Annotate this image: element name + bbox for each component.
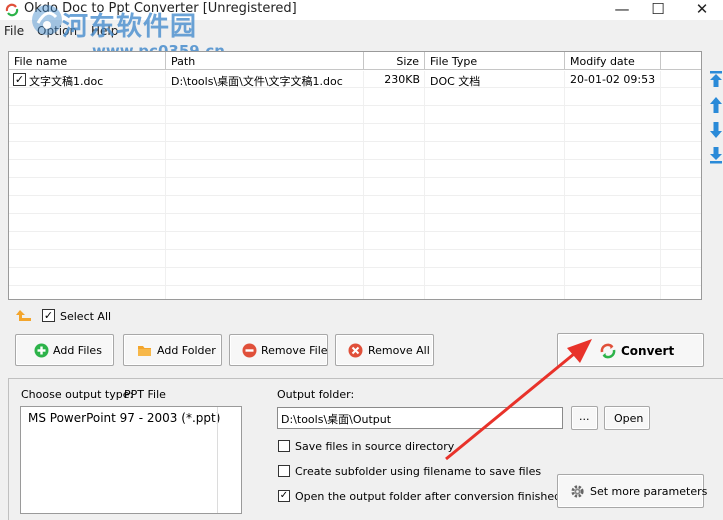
close-button[interactable]: ✕ (682, 0, 722, 20)
column-header-path[interactable]: Path (166, 52, 364, 70)
open-output-folder-label[interactable]: Open the output folder after conversion … (295, 490, 561, 503)
watermark-logo-icon (32, 5, 62, 35)
remove-file-button[interactable]: Remove File (229, 334, 328, 366)
add-files-label: Add Files (53, 344, 102, 357)
menu-file[interactable]: File (4, 24, 24, 38)
create-subfolder-label[interactable]: Create subfolder using filename to save … (295, 465, 541, 478)
move-bottom-icon[interactable] (709, 146, 723, 164)
add-folder-button[interactable]: Add Folder (123, 334, 222, 366)
move-top-icon[interactable] (709, 70, 723, 88)
output-format-list[interactable]: MS PowerPoint 97 - 2003 (*.ppt) (20, 406, 242, 514)
row-path: D:\tools\桌面\文件\文字文稿1.doc (171, 75, 343, 88)
output-folder-label: Output folder: (277, 388, 355, 401)
set-more-parameters-button[interactable]: Set more parameters (557, 474, 708, 508)
add-files-button[interactable]: Add Files (15, 334, 114, 366)
minimize-button[interactable]: — (602, 0, 642, 20)
column-header-size[interactable]: Size (364, 52, 425, 70)
add-icon (34, 343, 49, 358)
set-more-parameters-label: Set more parameters (590, 485, 708, 498)
table-row-empty (9, 269, 701, 286)
table-row-empty (9, 233, 701, 250)
row-checkbox[interactable]: ✓ (13, 73, 26, 86)
table-row-empty (9, 197, 701, 214)
add-folder-label: Add Folder (157, 344, 216, 357)
table-row-empty (9, 215, 701, 232)
convert-icon (600, 343, 616, 359)
row-size: 230KB (384, 73, 420, 86)
row-file-type: DOC 文档 (430, 75, 481, 88)
output-type-label: Choose output type: (21, 388, 134, 401)
save-in-source-checkbox[interactable] (278, 440, 290, 452)
remove-all-button[interactable]: Remove All (335, 334, 434, 366)
open-label: Open (614, 412, 644, 425)
open-output-folder-checkbox[interactable]: ✓ (278, 490, 290, 502)
create-subfolder-checkbox[interactable] (278, 465, 290, 477)
list-divider (217, 407, 218, 513)
convert-label: Convert (621, 344, 675, 358)
save-in-source-label[interactable]: Save files in source directory (295, 440, 454, 453)
app-logo-icon (5, 3, 19, 17)
table-row-empty (9, 179, 701, 196)
remove-all-label: Remove All (368, 344, 430, 357)
annotation-arrow-icon (445, 339, 592, 461)
output-format-item[interactable]: MS PowerPoint 97 - 2003 (*.ppt) (28, 411, 220, 425)
column-header-file-name[interactable]: File name (9, 52, 166, 70)
table-row-empty (9, 143, 701, 160)
watermark-title: 河东软件园 (62, 12, 198, 42)
remove-icon (242, 343, 257, 358)
column-header-file-type[interactable]: File Type (425, 52, 565, 70)
open-button[interactable]: Open (604, 406, 650, 430)
remove-all-icon (348, 343, 363, 358)
output-type-value: PPT File (124, 388, 166, 401)
up-level-icon[interactable] (15, 308, 33, 324)
select-all-label[interactable]: Select All (60, 310, 111, 323)
table-row[interactable]: ✓ 文字文稿1.doc D:\tools\桌面\文件\文字文稿1.doc 230… (9, 71, 701, 88)
select-all-checkbox[interactable]: ✓ (42, 309, 55, 322)
table-row-empty (9, 161, 701, 178)
row-modify-date: 20-01-02 09:53 (570, 73, 656, 86)
table-row-empty (9, 89, 701, 106)
row-file-name: 文字文稿1.doc (29, 75, 104, 88)
file-list-table[interactable]: File name Path Size File Type Modify dat… (8, 51, 702, 300)
move-up-icon[interactable] (709, 96, 723, 114)
column-header-modify-date[interactable]: Modify date (565, 52, 661, 70)
maximize-button[interactable]: ☐ (638, 0, 678, 20)
gear-icon (571, 485, 584, 498)
remove-file-label: Remove File (261, 344, 328, 357)
table-row-empty (9, 251, 701, 268)
table-row-empty (9, 125, 701, 142)
move-down-icon[interactable] (709, 121, 723, 139)
column-header-filler (661, 52, 701, 70)
table-row-empty (9, 107, 701, 124)
folder-icon (138, 346, 151, 356)
